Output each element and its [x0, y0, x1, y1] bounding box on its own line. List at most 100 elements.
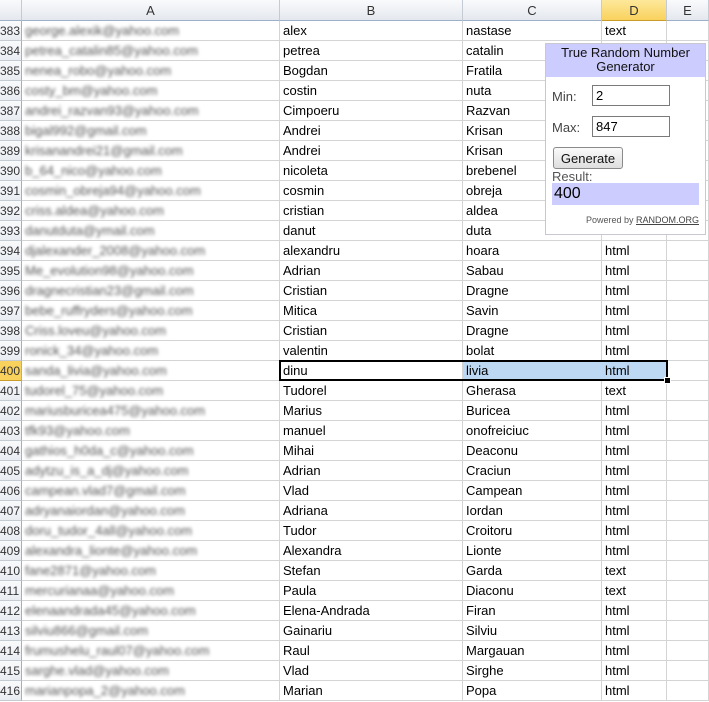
cell-empty[interactable]: [667, 481, 709, 501]
row-number[interactable]: 396: [0, 281, 22, 301]
cell-email[interactable]: danutduta@ymail.com: [22, 221, 280, 241]
cell-type[interactable]: html: [602, 601, 667, 621]
cell-first-name[interactable]: Adriana: [280, 501, 463, 521]
cell-last-name[interactable]: Gherasa: [463, 381, 602, 401]
cell-first-name[interactable]: Adrian: [280, 261, 463, 281]
cell-type[interactable]: html: [602, 621, 667, 641]
cell-empty[interactable]: [667, 361, 709, 381]
row-number[interactable]: 389: [0, 141, 22, 161]
cell-first-name[interactable]: Mihai: [280, 441, 463, 461]
cell-email[interactable]: mariusburicea475@yahoo.com: [22, 401, 280, 421]
cell-first-name[interactable]: Raul: [280, 641, 463, 661]
cell-last-name[interactable]: Silviu: [463, 621, 602, 641]
row-number[interactable]: 394: [0, 241, 22, 261]
min-input[interactable]: [592, 85, 670, 106]
cell-first-name[interactable]: Paula: [280, 581, 463, 601]
cell-type[interactable]: html: [602, 441, 667, 461]
cell-type[interactable]: html: [602, 321, 667, 341]
row-number[interactable]: 395: [0, 261, 22, 281]
cell-email[interactable]: dragnecristian23@gmail.com: [22, 281, 280, 301]
row-number[interactable]: 404: [0, 441, 22, 461]
cell-last-name[interactable]: Sabau: [463, 261, 602, 281]
cell-empty[interactable]: [667, 401, 709, 421]
cell-empty[interactable]: [667, 341, 709, 361]
row-number[interactable]: 398: [0, 321, 22, 341]
cell-last-name[interactable]: hoara: [463, 241, 602, 261]
cell-type[interactable]: html: [602, 661, 667, 681]
cell-first-name[interactable]: alex: [280, 21, 463, 41]
cell-empty[interactable]: [667, 541, 709, 561]
cell-type[interactable]: html: [602, 481, 667, 501]
row-number[interactable]: 412: [0, 601, 22, 621]
cell-type[interactable]: html: [602, 361, 667, 381]
cell-first-name[interactable]: Andrei: [280, 141, 463, 161]
cell-first-name[interactable]: cosmin: [280, 181, 463, 201]
cell-email[interactable]: petrea_catalin85@yahoo.com: [22, 41, 280, 61]
row-number[interactable]: 388: [0, 121, 22, 141]
row-number[interactable]: 400: [0, 361, 22, 381]
cell-first-name[interactable]: Marian: [280, 681, 463, 701]
cell-first-name[interactable]: danut: [280, 221, 463, 241]
cell-email[interactable]: djalexander_2008@yahoo.com: [22, 241, 280, 261]
row-number[interactable]: 405: [0, 461, 22, 481]
row-number[interactable]: 384: [0, 41, 22, 61]
cell-type[interactable]: html: [602, 501, 667, 521]
cell-last-name[interactable]: Iordan: [463, 501, 602, 521]
cell-empty[interactable]: [667, 681, 709, 701]
cell-last-name[interactable]: Margauan: [463, 641, 602, 661]
cell-email[interactable]: mercurianaa@yahoo.com: [22, 581, 280, 601]
cell-email[interactable]: fane2871@yahoo.com: [22, 561, 280, 581]
cell-email[interactable]: cosmin_obreja94@yahoo.com: [22, 181, 280, 201]
row-number[interactable]: 410: [0, 561, 22, 581]
cell-last-name[interactable]: Dragne: [463, 281, 602, 301]
cell-empty[interactable]: [667, 641, 709, 661]
cell-last-name[interactable]: Diaconu: [463, 581, 602, 601]
column-header-d[interactable]: D: [602, 0, 667, 21]
column-header-c[interactable]: C: [463, 0, 602, 21]
cell-empty[interactable]: [667, 461, 709, 481]
row-number[interactable]: 385: [0, 61, 22, 81]
cell-type[interactable]: html: [602, 641, 667, 661]
cell-empty[interactable]: [667, 441, 709, 461]
row-number[interactable]: 415: [0, 661, 22, 681]
row-number[interactable]: 408: [0, 521, 22, 541]
cell-type[interactable]: html: [602, 281, 667, 301]
cell-email[interactable]: campean.vlad7@gmail.com: [22, 481, 280, 501]
cell-email[interactable]: sarghe.vlad@yahoo.com: [22, 661, 280, 681]
cell-empty[interactable]: [667, 581, 709, 601]
cell-type[interactable]: text: [602, 581, 667, 601]
row-number[interactable]: 413: [0, 621, 22, 641]
row-number[interactable]: 403: [0, 421, 22, 441]
cell-email[interactable]: george.alexik@yahoo.com: [22, 21, 280, 41]
cell-type[interactable]: html: [602, 401, 667, 421]
cell-email[interactable]: Me_evolution98@yahoo.com: [22, 261, 280, 281]
cell-first-name[interactable]: nicoleta: [280, 161, 463, 181]
cell-email[interactable]: adytzu_is_a_dj@yahoo.com: [22, 461, 280, 481]
cell-first-name[interactable]: Mitica: [280, 301, 463, 321]
cell-email[interactable]: krisanandrei21@gmail.com: [22, 141, 280, 161]
cell-first-name[interactable]: Andrei: [280, 121, 463, 141]
cell-empty[interactable]: [667, 521, 709, 541]
cell-last-name[interactable]: Popa: [463, 681, 602, 701]
cell-first-name[interactable]: Adrian: [280, 461, 463, 481]
cell-first-name[interactable]: petrea: [280, 41, 463, 61]
row-number[interactable]: 409: [0, 541, 22, 561]
cell-email[interactable]: bebe_ruffryders@yahoo.com: [22, 301, 280, 321]
cell-empty[interactable]: [667, 321, 709, 341]
cell-empty[interactable]: [667, 501, 709, 521]
cell-type[interactable]: html: [602, 541, 667, 561]
row-number[interactable]: 390: [0, 161, 22, 181]
cell-first-name[interactable]: Gainariu: [280, 621, 463, 641]
cell-email[interactable]: frumushelu_raul07@yahoo.com: [22, 641, 280, 661]
cell-first-name[interactable]: Vlad: [280, 481, 463, 501]
cell-empty[interactable]: [667, 241, 709, 261]
cell-empty[interactable]: [667, 301, 709, 321]
cell-type[interactable]: html: [602, 521, 667, 541]
row-number[interactable]: 401: [0, 381, 22, 401]
cell-empty[interactable]: [667, 601, 709, 621]
cell-empty[interactable]: [667, 661, 709, 681]
cell-type[interactable]: html: [602, 681, 667, 701]
cell-last-name[interactable]: Buricea: [463, 401, 602, 421]
cell-type[interactable]: text: [602, 381, 667, 401]
cell-type[interactable]: html: [602, 301, 667, 321]
